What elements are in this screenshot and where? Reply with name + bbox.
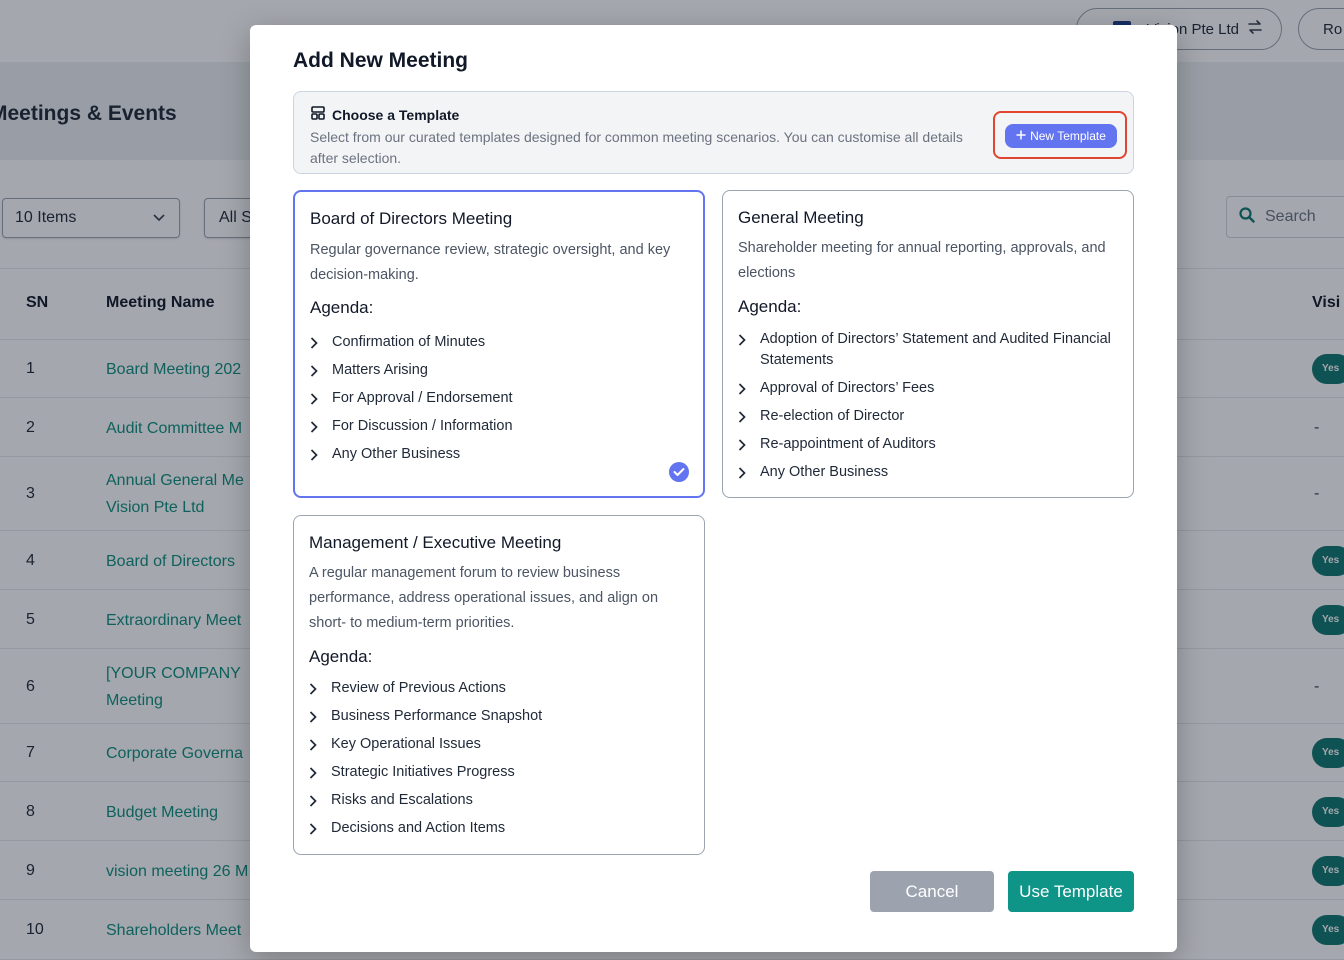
agenda-item-label: Key Operational Issues: [331, 736, 481, 752]
selected-check-icon: [669, 462, 689, 482]
agenda-item-label: Matters Arising: [332, 362, 428, 378]
agenda-item: Confirmation of Minutes: [310, 332, 513, 353]
use-template-button[interactable]: Use Template: [1008, 871, 1134, 912]
agenda-heading: Agenda:: [310, 298, 374, 317]
agenda-item-label: Business Performance Snapshot: [331, 708, 543, 724]
agenda-item: Adoption of Directors’ Statement and Aud…: [738, 329, 1118, 371]
template-title: General Meeting: [738, 208, 864, 227]
template-layout-icon: [310, 105, 326, 124]
agenda-item-label: Strategic Initiatives Progress: [331, 764, 515, 780]
agenda-list: Review of Previous Actions Business Perfo…: [309, 678, 542, 846]
agenda-item-label: Risks and Escalations: [331, 792, 473, 808]
dialog-title: Add New Meeting: [293, 49, 469, 72]
template-info-banner: Choose a Template Select from our curate…: [293, 91, 1134, 174]
agenda-item-label: Decisions and Action Items: [331, 820, 506, 836]
cancel-button[interactable]: Cancel: [870, 871, 994, 912]
plus-icon: [1016, 129, 1026, 143]
chevron-right-icon: [738, 329, 760, 350]
agenda-item: Strategic Initiatives Progress: [309, 762, 542, 783]
agenda-item-label: Approval of Directors’ Fees: [760, 380, 935, 396]
chevron-right-icon: [309, 678, 331, 699]
agenda-item-label: For Approval / Endorsement: [332, 390, 513, 406]
chevron-right-icon: [310, 388, 332, 409]
add-meeting-dialog: Add New Meeting Choose a Template Select…: [250, 25, 1177, 952]
agenda-item-label: Confirmation of Minutes: [332, 334, 486, 350]
agenda-item: Decisions and Action Items: [309, 818, 542, 839]
agenda-item: Review of Previous Actions: [309, 678, 542, 699]
chevron-right-icon: [310, 444, 332, 465]
agenda-item: Key Operational Issues: [309, 734, 542, 755]
chevron-right-icon: [310, 332, 332, 353]
chevron-right-icon: [310, 416, 332, 437]
agenda-item: Risks and Escalations: [309, 790, 542, 811]
template-title: Board of Directors Meeting: [310, 209, 513, 228]
agenda-item: For Discussion / Information: [310, 416, 513, 437]
agenda-item-label: Re-appointment of Auditors: [760, 436, 936, 452]
new-template-label: New Template: [1030, 129, 1106, 143]
chevron-right-icon: [738, 434, 760, 455]
template-banner-heading: Choose a Template: [332, 106, 460, 123]
agenda-item-label: Review of Previous Actions: [331, 680, 506, 696]
agenda-item: For Approval / Endorsement: [310, 388, 513, 409]
chevron-right-icon: [738, 462, 760, 483]
agenda-item: Business Performance Snapshot: [309, 706, 542, 727]
agenda-item-label: Re-election of Director: [760, 408, 905, 424]
agenda-item: Matters Arising: [310, 360, 513, 381]
chevron-right-icon: [309, 762, 331, 783]
agenda-item: Re-appointment of Auditors: [738, 434, 1118, 455]
agenda-item: Approval of Directors’ Fees: [738, 378, 1118, 399]
template-banner-description: Select from our curated templates design…: [310, 129, 963, 166]
highlight-box: New Template: [993, 111, 1127, 159]
agenda-list: Adoption of Directors’ Statement and Aud…: [738, 329, 1118, 490]
chevron-right-icon: [309, 818, 331, 839]
agenda-item-label: Any Other Business: [760, 464, 889, 480]
chevron-right-icon: [309, 734, 331, 755]
template-card-board-of-directors[interactable]: Board of Directors Meeting Regular gover…: [293, 190, 705, 498]
agenda-item-label: Any Other Business: [332, 446, 461, 462]
new-template-button[interactable]: New Template: [1005, 124, 1117, 148]
template-card-management-executive[interactable]: Management / Executive Meeting A regular…: [293, 515, 705, 855]
template-card-general-meeting[interactable]: General Meeting Shareholder meeting for …: [722, 190, 1134, 498]
template-description: A regular management forum to review bus…: [309, 565, 659, 631]
chevron-right-icon: [738, 406, 760, 427]
agenda-item-label: Adoption of Directors’ Statement and Aud…: [760, 331, 1111, 368]
agenda-item: Any Other Business: [310, 444, 513, 465]
agenda-list: Confirmation of Minutes Matters Arising Fo…: [310, 332, 513, 472]
agenda-item: Re-election of Director: [738, 406, 1118, 427]
template-description: Regular governance review, strategic ove…: [310, 242, 671, 283]
agenda-heading: Agenda:: [738, 297, 802, 316]
chevron-right-icon: [309, 790, 331, 811]
chevron-right-icon: [309, 706, 331, 727]
template-title: Management / Executive Meeting: [309, 533, 562, 552]
chevron-right-icon: [738, 378, 760, 399]
chevron-right-icon: [310, 360, 332, 381]
agenda-heading: Agenda:: [309, 647, 373, 666]
template-description: Shareholder meeting for annual reporting…: [738, 240, 1106, 281]
agenda-item: Any Other Business: [738, 462, 1118, 483]
agenda-item-label: For Discussion / Information: [332, 418, 513, 434]
